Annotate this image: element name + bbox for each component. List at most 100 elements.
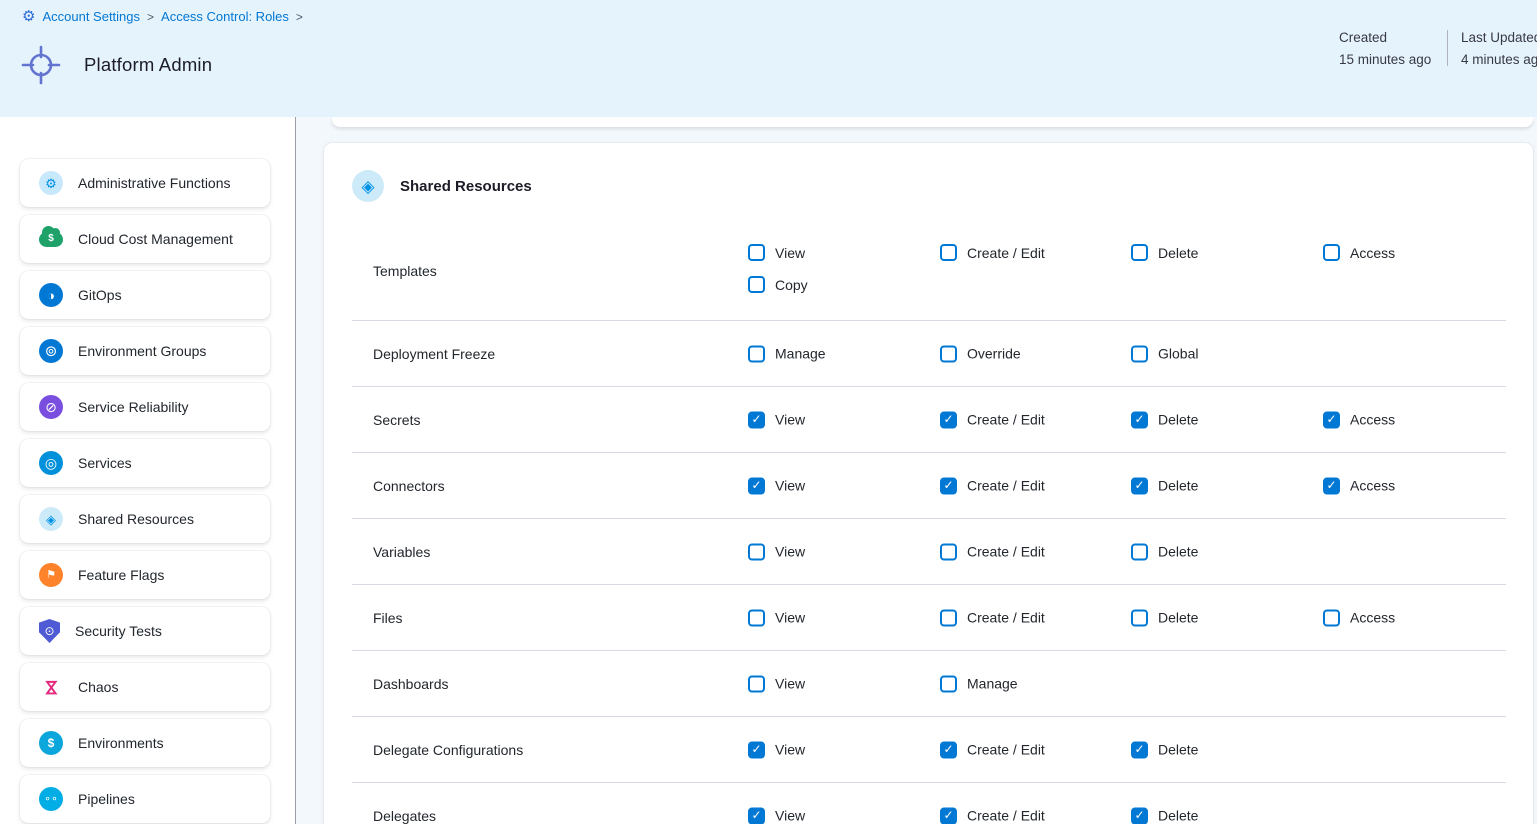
checkbox-unchecked[interactable]: [748, 609, 765, 626]
permission-dashboards-manage[interactable]: Manage: [940, 675, 1018, 692]
permission-secrets-access[interactable]: ✓ Access: [1323, 411, 1395, 428]
check-icon: ✓: [751, 743, 761, 755]
sidebar-item-security-tests[interactable]: ⊙Security Tests: [20, 607, 270, 655]
permission-deployment-freeze-global[interactable]: Global: [1131, 345, 1198, 362]
checkbox-unchecked[interactable]: [1131, 345, 1148, 362]
checkbox-unchecked[interactable]: [940, 675, 957, 692]
permission-templates-copy[interactable]: Copy: [748, 276, 808, 293]
checkbox-checked[interactable]: ✓: [748, 741, 765, 758]
permission-delegates-delete[interactable]: ✓Delete: [1131, 807, 1198, 824]
checkbox-checked[interactable]: ✓: [748, 411, 765, 428]
checkbox-unchecked[interactable]: [748, 543, 765, 560]
sidebar-item-feature-flags[interactable]: ⚑Feature Flags: [20, 551, 270, 599]
permission-secrets-create-edit[interactable]: ✓Create / Edit: [940, 411, 1045, 428]
check-icon: ✓: [751, 413, 761, 425]
permission-connectors-access[interactable]: ✓Access: [1323, 477, 1395, 494]
permission-label: Access: [1350, 412, 1395, 428]
checkbox-checked[interactable]: ✓: [940, 807, 957, 824]
checkbox-unchecked[interactable]: [748, 345, 765, 362]
checkbox-unchecked[interactable]: [1323, 244, 1340, 261]
permission-files-view[interactable]: View: [748, 609, 805, 626]
permission-label: Delete: [1158, 412, 1198, 428]
permission-label: View: [775, 544, 805, 560]
settings-gear-icon[interactable]: ⚙: [22, 9, 35, 24]
resource-label: Deployment Freeze: [373, 346, 495, 362]
checkbox-unchecked[interactable]: [940, 345, 957, 362]
role-crosshair-icon: [20, 44, 62, 86]
permission-templates-delete[interactable]: Delete: [1131, 244, 1198, 261]
permission-connectors-delete[interactable]: ✓ Delete: [1131, 477, 1198, 494]
shared-resources-icon: ◈: [39, 507, 63, 531]
checkbox-checked[interactable]: ✓: [940, 411, 957, 428]
permission-connectors-create-edit[interactable]: ✓Create / Edit: [940, 477, 1045, 494]
sidebar-item-shared-resources[interactable]: ◈Shared Resources: [20, 495, 270, 543]
breadcrumb-separator: >: [147, 10, 154, 24]
permission-connectors-view[interactable]: ✓View: [748, 477, 805, 494]
permission-delegate-configurations-create-edit[interactable]: ✓Create / Edit: [940, 741, 1045, 758]
permission-templates-view[interactable]: View: [748, 244, 805, 261]
sidebar-item-cloud-cost-management[interactable]: $Cloud Cost Management: [20, 215, 270, 263]
resource-label: Secrets: [373, 412, 420, 428]
checkbox-checked[interactable]: ✓: [1131, 477, 1148, 494]
sidebar-item-label: Services: [78, 455, 132, 471]
sidebar-item-environment-groups[interactable]: ⊚Environment Groups: [20, 327, 270, 375]
permission-delegates-view[interactable]: ✓View: [748, 807, 805, 824]
sidebar-item-services[interactable]: ◎ Services: [20, 439, 270, 487]
permission-deployment-freeze-manage[interactable]: Manage: [748, 345, 826, 362]
checkbox-unchecked[interactable]: [748, 244, 765, 261]
permission-variables-delete[interactable]: Delete: [1131, 543, 1198, 560]
checkbox-unchecked[interactable]: [1323, 609, 1340, 626]
checkbox-checked[interactable]: ✓: [748, 807, 765, 824]
permission-variables-create-edit[interactable]: Create / Edit: [940, 543, 1045, 560]
section-title: Shared Resources: [400, 178, 532, 195]
permission-secrets-view[interactable]: ✓View: [748, 411, 805, 428]
permission-label: Create / Edit: [967, 808, 1045, 824]
permission-templates-create-edit[interactable]: Create / Edit: [940, 244, 1045, 261]
permission-dashboards-view[interactable]: View: [748, 675, 805, 692]
checkbox-unchecked[interactable]: [940, 244, 957, 261]
sidebar-item-administrative-functions[interactable]: ⚙Administrative Functions: [20, 159, 270, 207]
sidebar-item-gitops[interactable]: ◑GitOps: [20, 271, 270, 319]
permission-files-create-edit[interactable]: Create / Edit: [940, 609, 1045, 626]
checkbox-unchecked[interactable]: [1131, 609, 1148, 626]
checkbox-unchecked[interactable]: [940, 609, 957, 626]
permission-templates-access[interactable]: Access: [1323, 244, 1395, 261]
checkbox-unchecked[interactable]: [1131, 244, 1148, 261]
created-value: 15 minutes ago: [1339, 49, 1431, 71]
permission-secrets-delete[interactable]: ✓ Delete: [1131, 411, 1198, 428]
sidebar-item-service-reliability[interactable]: ⊘Service Reliability: [20, 383, 270, 431]
permission-label: View: [775, 610, 805, 626]
permission-label: View: [775, 676, 805, 692]
checkbox-checked[interactable]: ✓: [1131, 411, 1148, 428]
checkbox-unchecked[interactable]: [748, 675, 765, 692]
breadcrumb-access-control-roles[interactable]: Access Control: Roles: [161, 9, 289, 24]
permission-delegate-configurations-view[interactable]: ✓View: [748, 741, 805, 758]
sidebar-item-pipelines[interactable]: ∘∘Pipelines: [20, 775, 270, 823]
checkbox-unchecked[interactable]: [748, 276, 765, 293]
checkbox-checked[interactable]: ✓: [748, 477, 765, 494]
permission-delegate-configurations-delete[interactable]: ✓Delete: [1131, 741, 1198, 758]
permission-label: Delete: [1158, 610, 1198, 626]
permission-variables-view[interactable]: View: [748, 543, 805, 560]
permission-files-access[interactable]: Access: [1323, 609, 1395, 626]
checkbox-checked[interactable]: ✓: [1323, 477, 1340, 494]
permission-files-delete[interactable]: Delete: [1131, 609, 1198, 626]
page-header: ⚙ Account Settings > Access Control: Rol…: [0, 0, 1537, 117]
resource-label: Dashboards: [373, 676, 449, 692]
sidebar-item-chaos[interactable]: ⋈Chaos: [20, 663, 270, 711]
service-reliability-icon: ⊘: [39, 395, 63, 419]
sidebar-item-environments[interactable]: $Environments: [20, 719, 270, 767]
services-icon: ◎: [39, 451, 63, 475]
checkbox-checked[interactable]: ✓: [1131, 807, 1148, 824]
meta-divider: [1447, 30, 1448, 66]
checkbox-unchecked[interactable]: [940, 543, 957, 560]
permission-delegates-create-edit[interactable]: ✓ Create / Edit: [940, 807, 1045, 824]
checkbox-checked[interactable]: ✓: [940, 741, 957, 758]
checkbox-checked[interactable]: ✓: [1323, 411, 1340, 428]
checkbox-unchecked[interactable]: [1131, 543, 1148, 560]
checkbox-checked[interactable]: ✓: [1131, 741, 1148, 758]
breadcrumb-account-settings[interactable]: Account Settings: [42, 9, 140, 24]
checkbox-checked[interactable]: ✓: [940, 477, 957, 494]
permission-label: Delete: [1158, 478, 1198, 494]
permission-deployment-freeze-override[interactable]: Override: [940, 345, 1021, 362]
